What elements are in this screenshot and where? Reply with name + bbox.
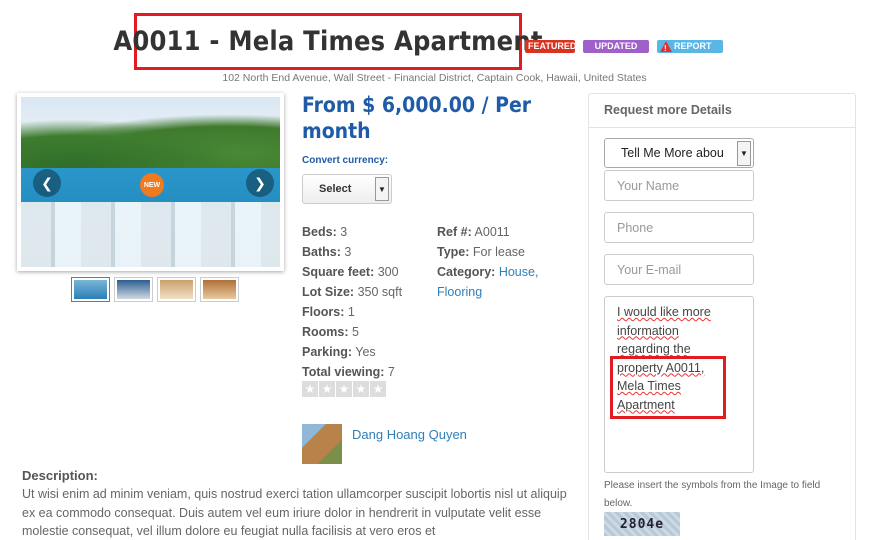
email-field[interactable]: Your E-mail: [604, 254, 754, 285]
detail-row: Baths: 3: [302, 245, 352, 259]
thumbnail-strip: [71, 277, 239, 302]
message-line: I would like more: [617, 305, 711, 319]
description-text: Ut wisi enim ad minim veniam, quis nostr…: [22, 487, 567, 538]
request-panel-heading: Request more Details: [589, 94, 855, 128]
star-icon[interactable]: ★: [370, 381, 386, 397]
phone-field[interactable]: Phone: [604, 212, 754, 243]
star-icon[interactable]: ★: [302, 381, 318, 397]
thumbnail-1[interactable]: [71, 277, 110, 302]
ref-row: Ref #: A0011: [437, 225, 510, 239]
thumbnail-4[interactable]: [200, 277, 239, 302]
property-address: 102 North End Avenue, Wall Street - Fina…: [222, 72, 647, 84]
message-highlight-box: [610, 356, 726, 419]
thumbnail-2[interactable]: [114, 277, 153, 302]
detail-row: Lot Size: 350 sqft: [302, 285, 403, 299]
detail-row: Beds: 3: [302, 225, 348, 239]
chevron-down-icon: ▼: [375, 177, 389, 201]
rating-stars[interactable]: ★ ★ ★ ★ ★: [302, 381, 386, 397]
detail-row: Parking: Yes: [302, 345, 376, 359]
detail-row: Total viewing: 7: [302, 365, 395, 379]
property-title: A0011 - Mela Times Apartment: [113, 26, 543, 57]
type-row: Type: For lease: [437, 245, 526, 259]
photo-gallery: ❮ ❯ NEW: [17, 93, 284, 271]
report-label: REPORT: [674, 41, 712, 51]
category-row: Category: House, Flooring: [437, 265, 539, 299]
price: From $ 6,000.00 / Per month: [302, 93, 532, 143]
currency-select[interactable]: Select ▼: [302, 174, 392, 204]
star-icon[interactable]: ★: [336, 381, 352, 397]
agent-name-link[interactable]: Dang Hoang Quyen: [352, 427, 467, 442]
featured-badge: FEATURED: [525, 40, 576, 53]
details-right: Ref #: A0011 Type: For lease Category: H…: [437, 222, 557, 302]
convert-currency-label: Convert currency:: [302, 155, 389, 166]
star-icon[interactable]: ★: [353, 381, 369, 397]
new-badge: NEW: [140, 173, 164, 197]
updated-badge: UPDATED: [583, 40, 649, 53]
message-line: information: [617, 323, 679, 338]
thumbnail-3[interactable]: [157, 277, 196, 302]
currency-select-value: Select: [319, 183, 352, 195]
star-icon[interactable]: ★: [319, 381, 335, 397]
next-photo-icon[interactable]: ❯: [246, 169, 274, 197]
detail-row: Square feet: 300: [302, 265, 399, 279]
description-label: Description:: [22, 468, 98, 483]
agent-avatar[interactable]: [302, 424, 342, 464]
captcha-image: 2804e: [604, 512, 680, 536]
warning-icon: [660, 41, 672, 55]
details-left: Beds: 3 Baths: 3 Square feet: 300 Lot Si…: [302, 222, 402, 382]
detail-row: Floors: 1: [302, 305, 355, 319]
prev-photo-icon[interactable]: ❮: [33, 169, 61, 197]
detail-row: Rooms: 5: [302, 325, 359, 339]
inquiry-type-select[interactable]: Tell Me More abou ▼: [604, 138, 754, 168]
title-highlight-box: A0011 - Mela Times Apartment: [113, 13, 542, 70]
inquiry-select-value: Tell Me More abou: [621, 146, 724, 160]
category-house-link[interactable]: House,: [499, 265, 539, 279]
name-field[interactable]: Your Name: [604, 170, 754, 201]
report-button[interactable]: REPORT: [657, 40, 723, 55]
captcha-note: Please insert the symbols from the Image…: [604, 480, 821, 509]
category-flooring-link[interactable]: Flooring: [437, 285, 482, 299]
chevron-down-icon: ▼: [737, 141, 751, 166]
